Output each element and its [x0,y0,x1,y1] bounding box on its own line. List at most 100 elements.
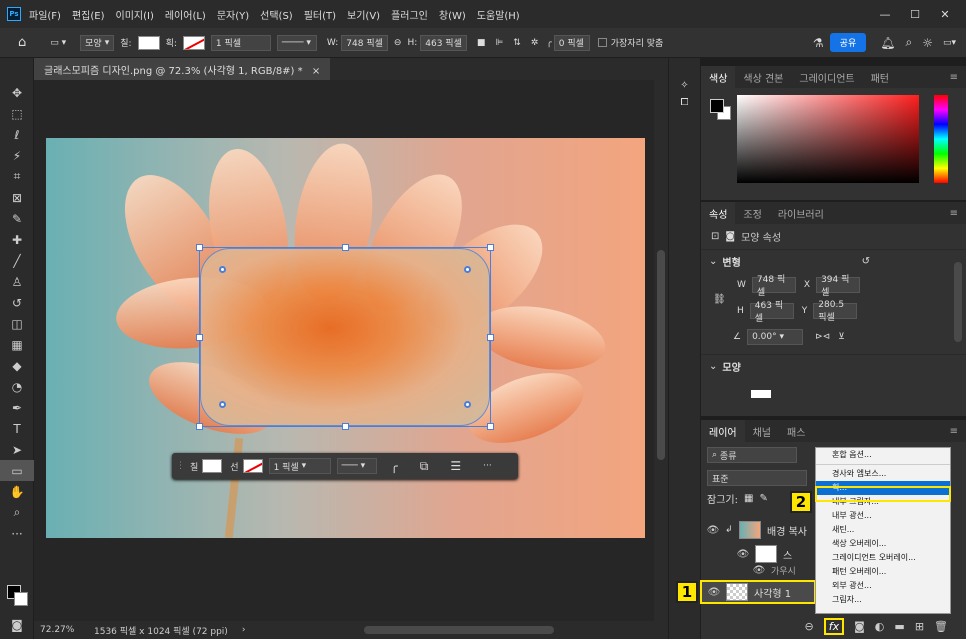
ctx-stroke-type-select[interactable]: ─── ▾ [336,458,377,474]
tab-patterns[interactable]: 패턴 [863,66,897,89]
healing-brush-tool-icon[interactable]: ✚ [0,229,34,250]
add-icon[interactable]: ⧉ [420,459,429,474]
horizontal-scroll-thumb[interactable] [364,626,554,634]
reset-icon[interactable]: ↺ [862,256,870,267]
mask-icon[interactable]: ◙ [854,620,865,633]
corner-radius-field[interactable]: 0 픽셀 [553,34,590,51]
tab-adjustments[interactable]: 조정 [735,202,769,225]
path-select-tool-icon[interactable]: ➤ [0,439,34,460]
corner-radius-handle[interactable] [464,401,471,408]
menu-item[interactable]: 그림자... [816,593,950,607]
marquee-tool-icon[interactable]: ⬚ [0,103,34,124]
angle-field[interactable]: 0.00° ▾ [747,329,804,345]
close-window-button[interactable]: ✕ [930,8,960,21]
stroke-swatch[interactable] [182,35,205,50]
dodge-tool-icon[interactable]: ◔ [0,376,34,397]
magic-wand-tool-icon[interactable]: ⚡ [0,145,34,166]
drag-grip-icon[interactable]: ⋮ [176,461,185,471]
width-field[interactable]: 748 픽셀 [341,34,388,51]
menu-layer[interactable]: 레이어(L) [165,7,206,22]
corner-radius-handle[interactable] [464,266,471,273]
tab-paths[interactable]: 패스 [779,420,813,443]
menu-help[interactable]: 도움말(H) [477,7,520,22]
eye-icon[interactable]: 👁︎ [701,525,725,536]
path-ops-icon[interactable]: ■ [477,38,486,48]
maximize-button[interactable]: ☐ [900,8,930,21]
transform-handle[interactable] [342,244,349,251]
tab-color[interactable]: 색상 [701,65,736,89]
stamp-tool-icon[interactable]: ♙ [0,271,34,292]
menu-image[interactable]: 이미지(I) [116,7,154,22]
chevron-right-icon[interactable]: › [242,625,246,635]
tab-swatches[interactable]: 색상 견본 [735,66,791,89]
menu-filter[interactable]: 필터(T) [304,7,336,22]
ctx-stroke-width-field[interactable]: 1 픽셀 ▾ [268,458,331,474]
prop-y-field[interactable]: 280.5 픽셀 [813,300,858,323]
panel-menu-icon[interactable]: ≡ [950,72,958,83]
trash-icon[interactable]: 🗑︎ [934,620,948,633]
ctx-fill-swatch[interactable] [202,459,223,473]
shape-tool-icon[interactable]: ▭ ▾ [50,38,66,48]
align-edges-checkbox[interactable]: 가장자리 맞춤 [597,36,663,49]
path-align-icon[interactable]: ⊫ [495,38,503,48]
shape-fill-swatch[interactable] [751,390,771,398]
ctx-stroke-swatch[interactable] [242,459,263,473]
layer-filter-select[interactable]: ⌕ 종류 [707,447,797,463]
gear-icon[interactable]: ✲ [531,38,539,48]
eye-icon[interactable]: 👁︎ [731,549,755,560]
chevron-down-icon[interactable]: ⌄ [709,256,717,267]
prop-height-field[interactable]: 463 픽셀 [749,301,794,324]
blend-mode-select[interactable]: 표준 [707,470,807,486]
corner-radius-handle[interactable] [219,401,226,408]
search-icon[interactable]: ⌕ [905,35,912,50]
menu-file[interactable]: 파일(F) [29,7,61,22]
chevron-down-icon[interactable]: ⌄ [709,361,717,372]
history-brush-tool-icon[interactable]: ↺ [0,292,34,313]
background-color-swatch[interactable] [14,592,28,606]
zoom-tool-icon[interactable]: ⌕ [0,502,34,523]
share-button[interactable]: 공유 [829,33,867,52]
adjustment-layer-icon[interactable]: ◐ [875,620,885,633]
bell-icon[interactable]: 🔔︎ [880,36,895,50]
home-icon[interactable]: ⌂ [18,35,26,50]
group-folder-icon[interactable]: ▬ [894,620,904,633]
link-icon[interactable]: ⛓ [713,294,726,305]
layer-row-selected[interactable]: 👁︎ 사각형 1 [700,580,816,604]
blur-tool-icon[interactable]: ◆ [0,355,34,376]
link-layers-icon[interactable]: ⊖ [805,620,814,633]
menu-item[interactable]: 경사와 엠보스... [816,467,950,481]
workspace-icon[interactable]: ▭▾ [943,38,956,48]
tab-libraries[interactable]: 라이브러리 [770,202,832,225]
pen-tool-icon[interactable]: ✒ [0,397,34,418]
eye-icon[interactable]: 👁︎ [747,565,771,576]
path-arrange-icon[interactable]: ⇅ [513,38,521,48]
adjust-icon[interactable]: ⧠ [676,97,694,108]
more-tools-icon[interactable]: ··· [0,523,34,544]
fx-button[interactable]: fx [823,618,845,635]
gradient-tool-icon[interactable]: ▦ [0,334,34,355]
transform-handle[interactable] [487,334,494,341]
tab-gradients[interactable]: 그레이디언트 [791,66,862,89]
flip-horizontal-icon[interactable]: ⊳⊲ [815,332,830,342]
fg-color-chip[interactable] [710,99,724,113]
rectangle-tool-icon[interactable]: ▭ [0,460,34,481]
prop-width-field[interactable]: 748 픽셀 [751,275,796,298]
shape-mode-select[interactable]: 모양 ▾ [80,34,115,51]
lightbulb-icon[interactable]: ☼ [922,36,933,50]
hand-tool-icon[interactable]: ✋ [0,481,34,502]
scroll-thumb[interactable] [657,250,665,460]
transform-handle[interactable] [196,244,203,251]
tab-layers[interactable]: 레이어 [701,419,745,443]
move-tool-icon[interactable]: ✥ [0,82,34,103]
menu-item[interactable]: 패턴 오버레이... [816,565,950,579]
type-tool-icon[interactable]: T [0,418,34,439]
tab-channels[interactable]: 채널 [745,420,779,443]
vertical-scrollbar[interactable] [654,80,668,621]
transform-handle[interactable] [487,423,494,430]
corner-radius-handle[interactable] [219,266,226,273]
sparkle-icon[interactable]: ✧ [676,80,694,91]
zoom-level[interactable]: 72.27% [40,625,84,635]
menu-window[interactable]: 창(W) [439,7,466,22]
menu-item[interactable]: 그레이디언트 오버레이... [816,551,950,565]
transform-handle[interactable] [342,423,349,430]
